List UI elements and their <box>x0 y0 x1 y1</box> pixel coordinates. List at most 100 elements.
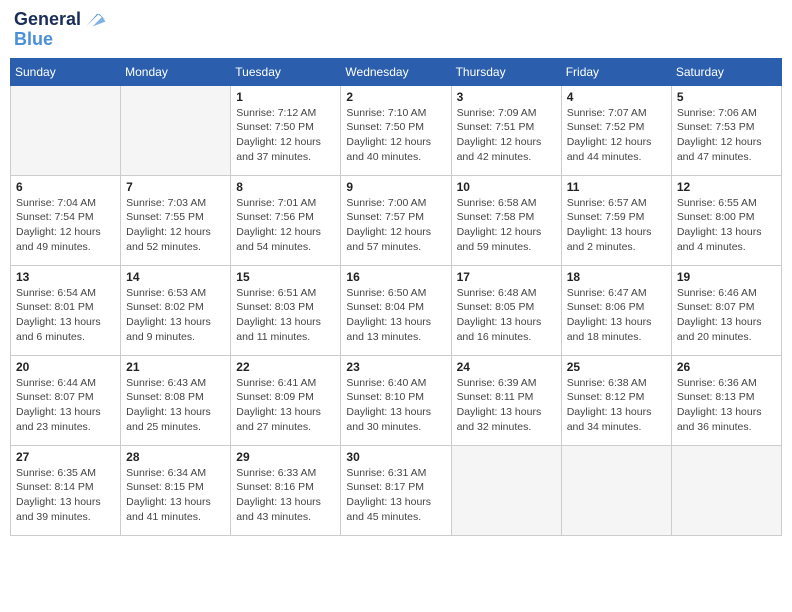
day-number: 5 <box>677 90 776 104</box>
calendar-cell: 16 Sunrise: 6:50 AM Sunset: 8:04 PM Dayli… <box>341 265 451 355</box>
day-number: 11 <box>567 180 666 194</box>
day-number: 14 <box>126 270 225 284</box>
day-number: 2 <box>346 90 445 104</box>
day-number: 24 <box>457 360 556 374</box>
day-info: Sunrise: 6:50 AM Sunset: 8:04 PM Dayligh… <box>346 286 445 345</box>
calendar-cell: 4 Sunrise: 7:07 AM Sunset: 7:52 PM Daylig… <box>561 85 671 175</box>
day-info: Sunrise: 7:10 AM Sunset: 7:50 PM Dayligh… <box>346 106 445 165</box>
day-number: 12 <box>677 180 776 194</box>
day-info: Sunrise: 6:38 AM Sunset: 8:12 PM Dayligh… <box>567 376 666 435</box>
calendar-cell: 11 Sunrise: 6:57 AM Sunset: 7:59 PM Dayli… <box>561 175 671 265</box>
calendar-cell: 24 Sunrise: 6:39 AM Sunset: 8:11 PM Dayli… <box>451 355 561 445</box>
day-number: 16 <box>346 270 445 284</box>
calendar-cell <box>11 85 121 175</box>
day-number: 9 <box>346 180 445 194</box>
day-info: Sunrise: 7:00 AM Sunset: 7:57 PM Dayligh… <box>346 196 445 255</box>
calendar-cell <box>671 445 781 535</box>
column-header-tuesday: Tuesday <box>231 58 341 85</box>
day-info: Sunrise: 6:47 AM Sunset: 8:06 PM Dayligh… <box>567 286 666 345</box>
calendar-cell: 27 Sunrise: 6:35 AM Sunset: 8:14 PM Dayli… <box>11 445 121 535</box>
day-number: 27 <box>16 450 115 464</box>
day-number: 28 <box>126 450 225 464</box>
day-info: Sunrise: 6:55 AM Sunset: 8:00 PM Dayligh… <box>677 196 776 255</box>
calendar-cell: 20Sunrise: 6:44 AM Sunset: 8:07 PM Dayli… <box>11 355 121 445</box>
day-number: 26 <box>677 360 776 374</box>
day-info: Sunrise: 6:39 AM Sunset: 8:11 PM Dayligh… <box>457 376 556 435</box>
calendar-cell <box>561 445 671 535</box>
calendar-cell: 19Sunrise: 6:46 AM Sunset: 8:07 PM Dayli… <box>671 265 781 355</box>
day-info: Sunrise: 6:57 AM Sunset: 7:59 PM Dayligh… <box>567 196 666 255</box>
calendar-cell: 14 Sunrise: 6:53 AM Sunset: 8:02 PM Dayli… <box>121 265 231 355</box>
calendar-cell: 23 Sunrise: 6:40 AM Sunset: 8:10 PM Dayli… <box>341 355 451 445</box>
day-number: 25 <box>567 360 666 374</box>
day-info: Sunrise: 6:33 AM Sunset: 8:16 PM Dayligh… <box>236 466 335 525</box>
day-number: 19 <box>677 270 776 284</box>
logo-text: General <box>14 10 81 30</box>
calendar-cell <box>451 445 561 535</box>
day-info: Sunrise: 7:09 AM Sunset: 7:51 PM Dayligh… <box>457 106 556 165</box>
day-number: 21 <box>126 360 225 374</box>
day-number: 23 <box>346 360 445 374</box>
day-number: 3 <box>457 90 556 104</box>
logo-blue: Blue <box>14 30 107 50</box>
calendar-cell: 3 Sunrise: 7:09 AM Sunset: 7:51 PM Daylig… <box>451 85 561 175</box>
logo-icon <box>83 10 107 30</box>
calendar-cell: 26Sunrise: 6:36 AM Sunset: 8:13 PM Dayli… <box>671 355 781 445</box>
calendar-cell: 28 Sunrise: 6:34 AM Sunset: 8:15 PM Dayli… <box>121 445 231 535</box>
day-number: 30 <box>346 450 445 464</box>
day-info: Sunrise: 6:43 AM Sunset: 8:08 PM Dayligh… <box>126 376 225 435</box>
day-info: Sunrise: 6:54 AM Sunset: 8:01 PM Dayligh… <box>16 286 115 345</box>
day-info: Sunrise: 6:58 AM Sunset: 7:58 PM Dayligh… <box>457 196 556 255</box>
day-info: Sunrise: 7:04 AM Sunset: 7:54 PM Dayligh… <box>16 196 115 255</box>
week-row-1: 1Sunrise: 7:12 AM Sunset: 7:50 PM Daylig… <box>11 85 782 175</box>
day-info: Sunrise: 6:40 AM Sunset: 8:10 PM Dayligh… <box>346 376 445 435</box>
day-info: Sunrise: 6:48 AM Sunset: 8:05 PM Dayligh… <box>457 286 556 345</box>
logo: General Blue <box>14 10 107 50</box>
calendar-cell: 29 Sunrise: 6:33 AM Sunset: 8:16 PM Dayli… <box>231 445 341 535</box>
day-number: 1 <box>236 90 335 104</box>
column-header-sunday: Sunday <box>11 58 121 85</box>
calendar-cell: 25 Sunrise: 6:38 AM Sunset: 8:12 PM Dayli… <box>561 355 671 445</box>
calendar-cell: 18 Sunrise: 6:47 AM Sunset: 8:06 PM Dayli… <box>561 265 671 355</box>
week-row-3: 13Sunrise: 6:54 AM Sunset: 8:01 PM Dayli… <box>11 265 782 355</box>
day-info: Sunrise: 7:03 AM Sunset: 7:55 PM Dayligh… <box>126 196 225 255</box>
calendar-cell <box>121 85 231 175</box>
day-number: 10 <box>457 180 556 194</box>
calendar-cell: 2 Sunrise: 7:10 AM Sunset: 7:50 PM Daylig… <box>341 85 451 175</box>
day-number: 29 <box>236 450 335 464</box>
calendar-cell: 10 Sunrise: 6:58 AM Sunset: 7:58 PM Dayli… <box>451 175 561 265</box>
calendar-cell: 9 Sunrise: 7:00 AM Sunset: 7:57 PM Daylig… <box>341 175 451 265</box>
calendar-cell: 5 Sunrise: 7:06 AM Sunset: 7:53 PM Daylig… <box>671 85 781 175</box>
day-info: Sunrise: 6:51 AM Sunset: 8:03 PM Dayligh… <box>236 286 335 345</box>
day-number: 6 <box>16 180 115 194</box>
calendar-header-row: SundayMondayTuesdayWednesdayThursdayFrid… <box>11 58 782 85</box>
day-info: Sunrise: 7:07 AM Sunset: 7:52 PM Dayligh… <box>567 106 666 165</box>
day-info: Sunrise: 7:01 AM Sunset: 7:56 PM Dayligh… <box>236 196 335 255</box>
calendar-cell: 15Sunrise: 6:51 AM Sunset: 8:03 PM Dayli… <box>231 265 341 355</box>
week-row-2: 6 Sunrise: 7:04 AM Sunset: 7:54 PM Daylig… <box>11 175 782 265</box>
calendar-cell: 6 Sunrise: 7:04 AM Sunset: 7:54 PM Daylig… <box>11 175 121 265</box>
day-number: 18 <box>567 270 666 284</box>
day-info: Sunrise: 6:35 AM Sunset: 8:14 PM Dayligh… <box>16 466 115 525</box>
day-info: Sunrise: 6:34 AM Sunset: 8:15 PM Dayligh… <box>126 466 225 525</box>
column-header-saturday: Saturday <box>671 58 781 85</box>
calendar-cell: 22 Sunrise: 6:41 AM Sunset: 8:09 PM Dayli… <box>231 355 341 445</box>
day-number: 22 <box>236 360 335 374</box>
day-info: Sunrise: 7:06 AM Sunset: 7:53 PM Dayligh… <box>677 106 776 165</box>
day-number: 7 <box>126 180 225 194</box>
calendar-cell: 30Sunrise: 6:31 AM Sunset: 8:17 PM Dayli… <box>341 445 451 535</box>
column-header-friday: Friday <box>561 58 671 85</box>
calendar-cell: 21 Sunrise: 6:43 AM Sunset: 8:08 PM Dayli… <box>121 355 231 445</box>
calendar-cell: 12 Sunrise: 6:55 AM Sunset: 8:00 PM Dayli… <box>671 175 781 265</box>
header: General Blue <box>10 10 782 50</box>
day-info: Sunrise: 6:53 AM Sunset: 8:02 PM Dayligh… <box>126 286 225 345</box>
week-row-5: 27 Sunrise: 6:35 AM Sunset: 8:14 PM Dayli… <box>11 445 782 535</box>
calendar-cell: 7 Sunrise: 7:03 AM Sunset: 7:55 PM Daylig… <box>121 175 231 265</box>
day-number: 8 <box>236 180 335 194</box>
calendar-cell: 17Sunrise: 6:48 AM Sunset: 8:05 PM Dayli… <box>451 265 561 355</box>
day-number: 4 <box>567 90 666 104</box>
day-number: 20 <box>16 360 115 374</box>
calendar-cell: 1Sunrise: 7:12 AM Sunset: 7:50 PM Daylig… <box>231 85 341 175</box>
day-info: Sunrise: 6:41 AM Sunset: 8:09 PM Dayligh… <box>236 376 335 435</box>
column-header-monday: Monday <box>121 58 231 85</box>
